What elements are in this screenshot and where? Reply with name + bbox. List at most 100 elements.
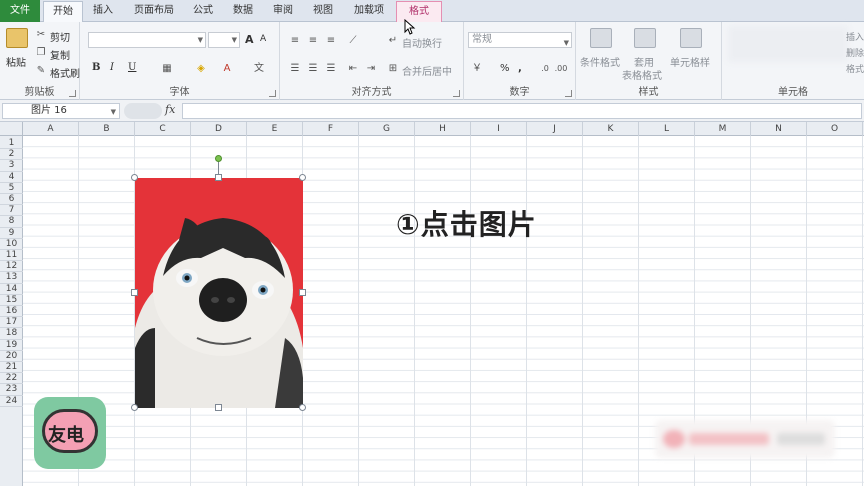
fill-color-icon[interactable]: ◈: [194, 62, 208, 75]
row-header[interactable]: 6: [0, 194, 23, 206]
align-bottom-icon[interactable]: ≡: [324, 34, 338, 47]
cells-delete-button[interactable]: 删除: [846, 46, 864, 59]
paste-button[interactable]: 粘贴: [6, 54, 26, 69]
column-header[interactable]: A: [23, 122, 79, 136]
number-format-combo[interactable]: 常规 ▼: [468, 32, 572, 48]
resize-handle-bottom[interactable]: [215, 404, 222, 411]
resize-handle-top-right[interactable]: [299, 174, 306, 181]
conditional-format-button[interactable]: 条件格式: [580, 54, 620, 69]
phonetic-icon[interactable]: 文: [252, 62, 266, 75]
resize-handle-left[interactable]: [131, 289, 138, 296]
row-header[interactable]: 13: [0, 272, 23, 284]
row-header[interactable]: 10: [0, 239, 23, 250]
scissors-icon[interactable]: ✂: [34, 28, 48, 41]
font-launcher-icon[interactable]: [269, 90, 276, 97]
resize-handle-bottom-left[interactable]: [131, 404, 138, 411]
insert-function-icon[interactable]: fx: [165, 103, 175, 116]
resize-handle-right[interactable]: [299, 289, 306, 296]
column-header[interactable]: D: [191, 122, 247, 136]
align-center-icon[interactable]: ☰: [306, 62, 320, 75]
row-header[interactable]: 21: [0, 362, 23, 374]
tab-addins[interactable]: 加载项: [345, 1, 393, 22]
column-header[interactable]: I: [471, 122, 527, 136]
tab-data[interactable]: 数据: [225, 1, 261, 22]
increase-indent-icon[interactable]: ⇥: [364, 62, 378, 75]
row-header[interactable]: 1: [0, 138, 23, 150]
bold-button[interactable]: B: [92, 62, 100, 73]
resize-handle-top-left[interactable]: [131, 174, 138, 181]
copy-icon[interactable]: ❐: [34, 46, 48, 59]
row-header[interactable]: 4: [0, 172, 23, 183]
row-header[interactable]: 12: [0, 261, 23, 273]
row-header[interactable]: 14: [0, 284, 23, 295]
row-header[interactable]: 15: [0, 295, 23, 306]
rotation-handle[interactable]: [215, 155, 222, 162]
table-format-icon[interactable]: [634, 28, 656, 48]
row-header[interactable]: 8: [0, 216, 23, 228]
font-size-combo[interactable]: ▼: [208, 32, 240, 48]
cells-format-button[interactable]: 格式: [846, 62, 864, 75]
clipboard-launcher-icon[interactable]: [69, 90, 76, 97]
align-right-icon[interactable]: ☰: [324, 62, 338, 75]
currency-icon[interactable]: ￥: [470, 62, 484, 75]
row-header[interactable]: 7: [0, 205, 23, 217]
selected-picture[interactable]: [135, 178, 303, 408]
cell-styles-icon[interactable]: [680, 28, 702, 48]
row-header[interactable]: 11: [0, 250, 23, 262]
italic-button[interactable]: I: [110, 62, 114, 73]
tab-file[interactable]: 文件: [0, 0, 40, 22]
align-left-icon[interactable]: ☰: [288, 62, 302, 75]
column-header[interactable]: H: [415, 122, 471, 136]
row-header[interactable]: 9: [0, 228, 23, 239]
grow-font-button[interactable]: A: [245, 33, 254, 46]
merge-center-button[interactable]: 合并后居中: [402, 63, 452, 78]
column-header[interactable]: J: [527, 122, 583, 136]
number-launcher-icon[interactable]: [565, 90, 572, 97]
column-header[interactable]: O: [807, 122, 863, 136]
font-color-icon[interactable]: A: [220, 62, 234, 75]
row-header[interactable]: 5: [0, 183, 23, 194]
column-header[interactable]: E: [247, 122, 303, 136]
row-header[interactable]: 24: [0, 396, 23, 407]
row-header[interactable]: 20: [0, 351, 23, 362]
column-header[interactable]: C: [135, 122, 191, 136]
column-header[interactable]: B: [79, 122, 135, 136]
tab-format[interactable]: 格式: [396, 1, 442, 23]
align-middle-icon[interactable]: ≡: [306, 34, 320, 47]
increase-decimal-icon[interactable]: .0: [538, 62, 552, 75]
format-painter-button[interactable]: 格式刷: [50, 65, 80, 80]
font-name-combo[interactable]: ▼: [88, 32, 206, 48]
column-header[interactable]: F: [303, 122, 359, 136]
wrap-text-button[interactable]: 自动换行: [402, 35, 442, 50]
decrease-indent-icon[interactable]: ⇤: [346, 62, 360, 75]
cell-styles-button[interactable]: 单元格样: [670, 54, 710, 69]
row-header[interactable]: 19: [0, 340, 23, 351]
orientation-icon[interactable]: ⟋: [346, 34, 360, 47]
chevron-down-icon[interactable]: ▼: [111, 105, 116, 119]
copy-button[interactable]: 复制: [50, 47, 70, 62]
tab-view[interactable]: 视图: [305, 1, 341, 22]
column-header[interactable]: L: [639, 122, 695, 136]
tab-page-layout[interactable]: 页面布局: [126, 1, 182, 22]
column-header[interactable]: N: [751, 122, 807, 136]
column-header[interactable]: K: [583, 122, 639, 136]
row-header[interactable]: 3: [0, 160, 23, 172]
row-header[interactable]: 23: [0, 384, 23, 396]
merge-center-icon[interactable]: ⊞: [386, 62, 400, 75]
resize-handle-top[interactable]: [215, 174, 222, 181]
row-header[interactable]: 22: [0, 373, 23, 385]
paste-icon[interactable]: [6, 28, 28, 48]
table-format-label-2[interactable]: 表格格式: [622, 67, 662, 82]
decrease-decimal-icon[interactable]: .00: [554, 62, 568, 75]
comma-button[interactable]: ,: [518, 63, 522, 74]
name-box[interactable]: 图片 16 ▼: [2, 103, 120, 119]
formula-input[interactable]: [182, 103, 862, 119]
select-all-corner[interactable]: [0, 122, 23, 136]
borders-icon[interactable]: ▦: [160, 62, 174, 75]
underline-button[interactable]: U: [128, 62, 136, 73]
percent-button[interactable]: %: [500, 63, 510, 74]
align-top-icon[interactable]: ≡: [288, 34, 302, 47]
tab-insert[interactable]: 插入: [84, 1, 122, 22]
conditional-format-icon[interactable]: [590, 28, 612, 48]
row-header[interactable]: 2: [0, 149, 23, 161]
